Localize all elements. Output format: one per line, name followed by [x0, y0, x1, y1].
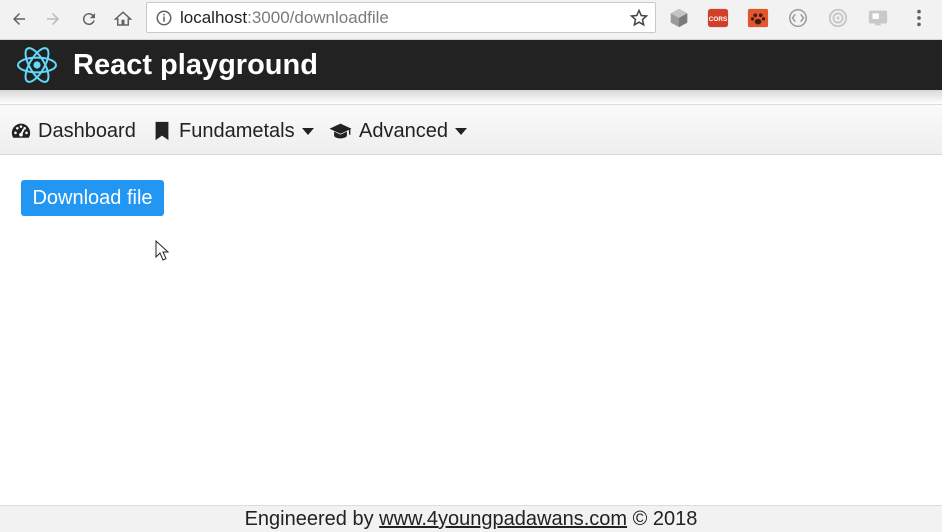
cors-label: CORS — [709, 16, 728, 23]
cast-extension-icon[interactable] — [867, 7, 889, 29]
nav-item-dashboard[interactable]: Dashboard — [10, 119, 136, 143]
main-navbar: Dashboard Fundametals Advanced — [0, 104, 942, 155]
dashboard-gauge-icon — [11, 123, 31, 138]
footer-prefix: Engineered by — [244, 508, 380, 530]
code-extension-icon[interactable] — [787, 7, 809, 29]
back-arrow-icon[interactable] — [6, 6, 32, 32]
browser-toolbar: localhost:3000/downloadfile CORS — [0, 0, 942, 40]
footer: Engineered by www.4youngpadawans.com © 2… — [0, 505, 942, 532]
nav-label-advanced: Advanced — [359, 119, 448, 142]
chevron-down-icon — [301, 127, 314, 135]
cors-extension-icon[interactable]: CORS — [707, 7, 729, 29]
app-header: React playground — [0, 40, 942, 90]
nav-item-advanced[interactable]: Advanced — [328, 119, 467, 143]
mouse-pointer-icon — [155, 240, 169, 261]
info-icon[interactable] — [155, 9, 173, 27]
download-file-button[interactable]: Download file — [21, 180, 164, 216]
url-text: localhost:3000/downloadfile — [180, 8, 389, 27]
app-title: React playground — [73, 49, 318, 81]
paw-extension-icon[interactable] — [747, 7, 769, 29]
nav-label-dashboard: Dashboard — [38, 119, 136, 142]
footer-link[interactable]: www.4youngpadawans.com — [379, 508, 627, 530]
forward-arrow-icon[interactable] — [40, 6, 66, 32]
header-shadow — [0, 90, 942, 104]
bookmark-star-icon[interactable] — [629, 8, 649, 28]
react-logo-icon — [17, 47, 57, 83]
home-icon[interactable] — [110, 6, 136, 32]
chevron-down-icon — [454, 127, 467, 135]
menu-dots-icon[interactable] — [908, 7, 930, 29]
footer-copyright: © 2018 — [627, 508, 698, 530]
nav-label-fundametals: Fundametals — [179, 119, 295, 142]
target-extension-icon[interactable] — [827, 7, 849, 29]
cube-extension-icon[interactable] — [668, 7, 690, 29]
nav-item-fundametals[interactable]: Fundametals — [151, 119, 314, 143]
graduation-cap-icon — [329, 123, 352, 139]
address-bar[interactable]: localhost:3000/downloadfile — [146, 2, 656, 33]
bookmark-icon — [155, 121, 169, 141]
reload-icon[interactable] — [76, 6, 102, 32]
